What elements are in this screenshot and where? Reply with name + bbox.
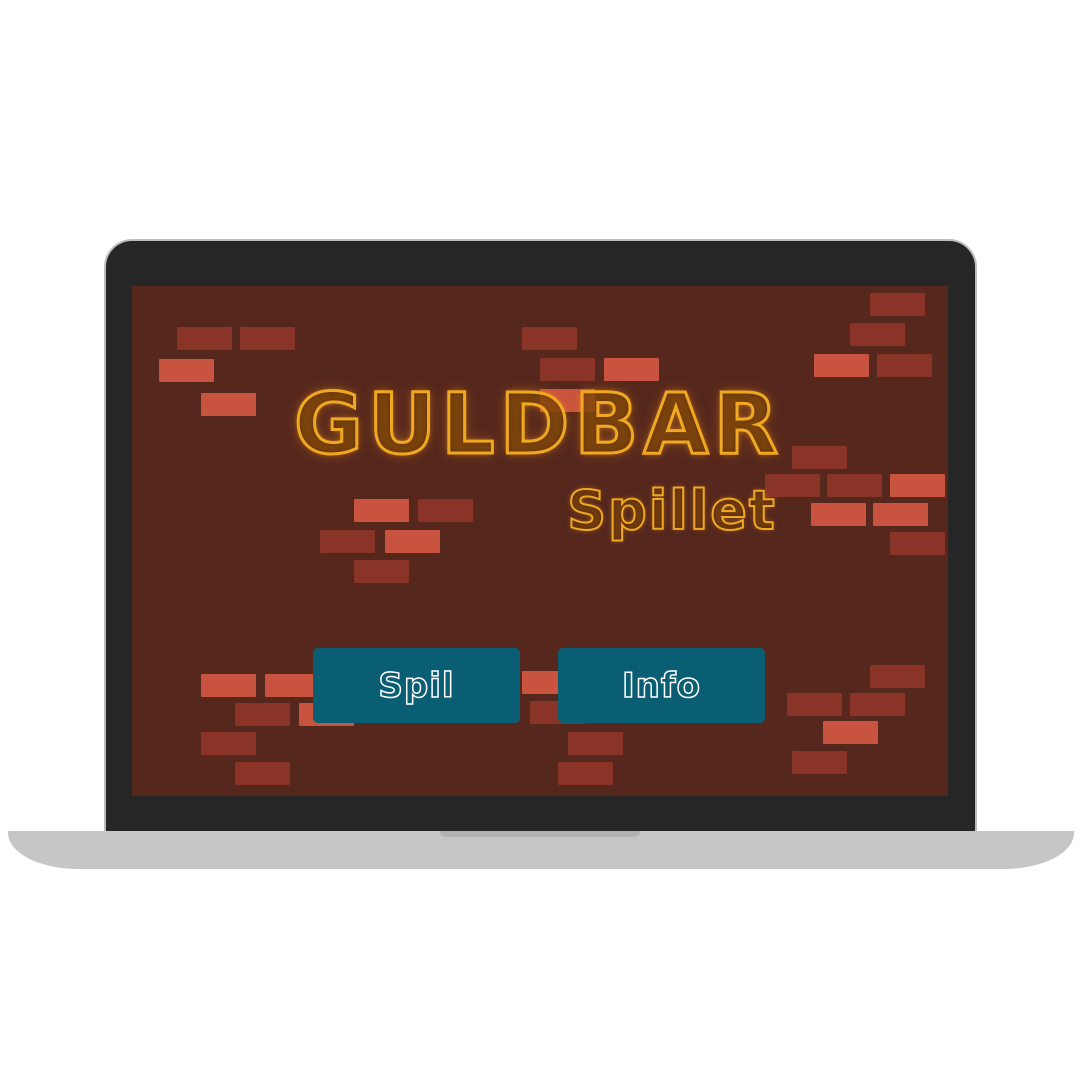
- brick: [792, 751, 847, 774]
- brick: [201, 393, 256, 416]
- brick: [568, 732, 623, 755]
- brick: [811, 503, 866, 526]
- brick: [177, 327, 232, 350]
- info-button[interactable]: Info: [558, 648, 765, 723]
- brick: [201, 732, 256, 755]
- brick: [870, 665, 925, 688]
- brick: [240, 327, 295, 350]
- game-title: GULDBAR: [293, 375, 784, 473]
- laptop-notch: [440, 831, 640, 837]
- brick: [873, 503, 928, 526]
- brick: [890, 532, 945, 555]
- brick: [385, 530, 440, 553]
- brick: [159, 359, 214, 382]
- brick: [201, 674, 256, 697]
- brick: [823, 721, 878, 744]
- brick: [877, 354, 932, 377]
- brick: [814, 354, 869, 377]
- brick: [418, 499, 473, 522]
- brick: [354, 560, 409, 583]
- game-screen: GULDBAR Spillet Spil Info: [132, 286, 948, 796]
- brick: [235, 703, 290, 726]
- brick: [320, 530, 375, 553]
- brick: [850, 693, 905, 716]
- brick: [870, 293, 925, 316]
- brick: [558, 762, 613, 785]
- brick: [235, 762, 290, 785]
- brick: [850, 323, 905, 346]
- brick: [792, 446, 847, 469]
- brick: [827, 474, 882, 497]
- brick: [354, 499, 409, 522]
- play-button[interactable]: Spil: [313, 648, 520, 723]
- brick: [522, 327, 577, 350]
- brick: [265, 674, 320, 697]
- brick: [787, 693, 842, 716]
- game-subtitle: Spillet: [566, 479, 777, 542]
- brick: [890, 474, 945, 497]
